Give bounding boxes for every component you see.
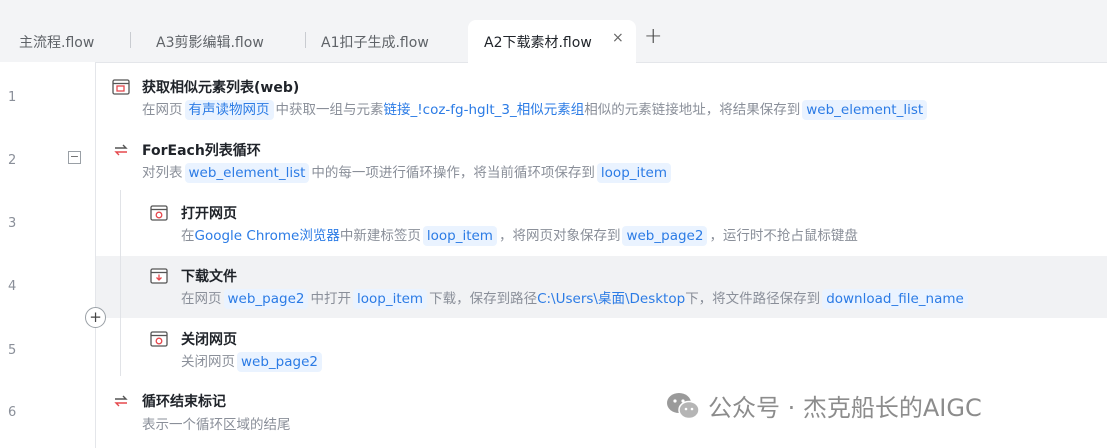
variable-token[interactable]: download_file_name	[822, 289, 968, 309]
tab-separator	[130, 32, 131, 48]
wechat-icon	[667, 392, 700, 419]
path-link[interactable]: C:\Users\桌面\Desktop	[537, 291, 685, 307]
desc-text: 关闭网页	[181, 354, 235, 370]
desc-text: 下载，保存到路径	[429, 291, 538, 307]
tab-bar: 主流程.flow A3剪影编辑.flow A1扣子生成.flow A2下载素材.…	[0, 8, 1107, 63]
desc-text: ，将网页对象保存到	[498, 228, 621, 244]
step-description: 在Google Chrome浏览器中新建标签页 loop_item ，将网页对象保存…	[181, 224, 858, 246]
step-title[interactable]: 下载文件	[181, 266, 237, 286]
desc-text: 中打开	[310, 291, 351, 307]
tab-a2-flow-active[interactable]: A2下载素材.flow ×	[468, 20, 636, 63]
loop-indent-guide	[120, 190, 121, 376]
add-tab-button[interactable]: +	[644, 24, 662, 49]
desc-text: ，运行时不抢占鼠标键盘	[709, 228, 858, 244]
desc-text: 中的每一项进行循环操作，将当前循环项保存到	[311, 165, 595, 181]
line-gutter	[0, 62, 96, 448]
line-number: 5	[8, 343, 17, 358]
desc-text: 中获取一组与元素	[275, 102, 384, 118]
window-top-strip	[0, 0, 1107, 8]
tab-a1-flow[interactable]: A1扣子生成.flow	[321, 32, 429, 52]
desc-text: 在网页	[181, 291, 222, 307]
variable-token[interactable]: loop_item	[352, 289, 428, 309]
element-link[interactable]: 链接_!coz-fg-hglt_3_相似元素组	[384, 102, 585, 118]
desc-text: 在	[181, 228, 195, 244]
open-webpage-icon	[150, 205, 168, 221]
step-description: 在网页 有声读物网页 中获取一组与元素链接_!coz-fg-hglt_3_相似元素组…	[142, 98, 929, 120]
variable-token[interactable]: web_element_list	[802, 100, 928, 120]
loop-icon	[114, 144, 128, 156]
step-title[interactable]: ForEach列表循环	[142, 140, 261, 160]
tab-separator	[305, 32, 306, 48]
line-number: 4	[8, 279, 17, 294]
variable-token[interactable]: web_page2	[223, 289, 309, 309]
variable-token[interactable]: loop_item	[422, 226, 497, 246]
variable-token[interactable]: web_page2	[622, 226, 708, 246]
add-step-button[interactable]: +	[85, 307, 106, 328]
tab-a3-flow[interactable]: A3剪影编辑.flow	[156, 32, 264, 52]
step-description: 对列表 web_element_list 中的每一项进行循环操作，将当前循环项保存到…	[142, 161, 673, 183]
tab-main-flow[interactable]: 主流程.flow	[19, 32, 94, 52]
loop-end-icon	[114, 395, 128, 407]
desc-text: 中新建标签页	[339, 228, 421, 244]
step-description: 在网页 web_page2 中打开 loop_item 下载，保存到路径C:\Users…	[181, 287, 970, 309]
desc-text: 表示一个循环区域的结尾	[142, 417, 291, 433]
variable-token[interactable]: web_element_list	[184, 163, 310, 183]
variable-token[interactable]: 有声读物网页	[184, 100, 274, 120]
line-number: 2	[8, 153, 17, 168]
watermark: 公众号 · 杰克船长的AIGC	[666, 388, 982, 423]
close-webpage-icon	[150, 331, 168, 347]
web-element-icon	[112, 79, 130, 95]
tab-label: A2下载素材.flow	[484, 35, 592, 51]
step-description: 关闭网页 web_page2	[181, 350, 324, 372]
line-number: 3	[8, 216, 17, 231]
step-title[interactable]: 关闭网页	[181, 329, 237, 349]
step-title[interactable]: 循环结束标记	[142, 391, 226, 411]
download-file-icon	[150, 268, 168, 284]
line-number: 1	[8, 90, 17, 105]
desc-text: 下，将文件路径保存到	[685, 291, 821, 307]
step-description: 表示一个循环区域的结尾	[142, 413, 291, 433]
step-title[interactable]: 获取相似元素列表(web)	[142, 77, 299, 97]
variable-token[interactable]: web_page2	[237, 352, 322, 372]
desc-text: 相似的元素链接地址，将结果保存到	[584, 102, 801, 118]
step-title[interactable]: 打开网页	[181, 203, 237, 223]
variable-token[interactable]: loop_item	[596, 163, 672, 183]
line-number: 6	[8, 405, 17, 420]
gutter-divider	[95, 62, 96, 448]
watermark-text: 公众号 · 杰克船长的AIGC	[708, 394, 982, 422]
collapse-toggle[interactable]: −	[68, 151, 81, 164]
desc-text: 对列表	[142, 165, 183, 181]
desc-text: 在网页	[142, 102, 183, 118]
close-icon[interactable]: ×	[612, 30, 624, 46]
browser-link[interactable]: Google Chrome浏览器	[195, 228, 340, 244]
